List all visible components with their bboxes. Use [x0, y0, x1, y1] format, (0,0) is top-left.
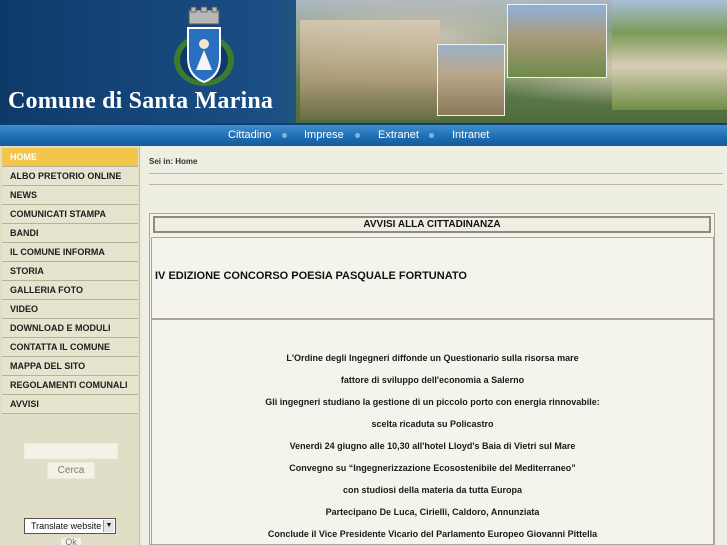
sidebar-item-news[interactable]: NEWS: [2, 186, 138, 205]
search-button[interactable]: Cerca: [47, 462, 95, 479]
section-title: AVVISI ALLA CITTADINANZA: [153, 216, 711, 233]
sidebar-item-il-comune-informa[interactable]: IL COMUNE INFORMA: [2, 243, 138, 262]
divider: [149, 184, 723, 185]
sidebar-item-regolamenti[interactable]: REGOLAMENTI COMUNALI: [2, 376, 138, 395]
nav-separator-dot: [282, 133, 287, 138]
header-village-photo: [612, 0, 727, 110]
site-header: Comune di Santa Marina: [0, 0, 727, 123]
sidebar-item-contatta[interactable]: CONTATTA IL COMUNE: [2, 338, 138, 357]
municipal-crest-icon: [174, 6, 234, 86]
sidebar-item-bandi[interactable]: BANDI: [2, 224, 138, 243]
announcement-line: fattore di sviluppo dell'economia a Sale…: [340, 375, 525, 385]
sidebar-item-download-moduli[interactable]: DOWNLOAD E MODULI: [2, 319, 138, 338]
sidebar-item-video[interactable]: VIDEO: [2, 300, 138, 319]
announcement-line: Convegno su “Ingegnerizzazione Ecososten…: [289, 463, 576, 473]
site-title: Comune di Santa Marina: [8, 88, 274, 114]
divider: [149, 173, 723, 174]
nav-intranet[interactable]: Intranet: [452, 129, 489, 141]
sidebar-item-mappa-sito[interactable]: MAPPA DEL SITO: [2, 357, 138, 376]
search-input[interactable]: [24, 443, 118, 459]
sidebar-item-home[interactable]: HOME: [2, 148, 138, 167]
sidebar-item-albo-pretorio[interactable]: ALBO PRETORIO ONLINE: [2, 167, 138, 186]
sidebar-item-storia[interactable]: STORIA: [2, 262, 138, 281]
news-item-title[interactable]: IV EDIZIONE CONCORSO POESIA PASQUALE FOR…: [155, 270, 467, 282]
translate-website-select[interactable]: Translate website ▼: [24, 518, 116, 534]
announcement-line: Conclude il Vice Presidente Vicario del …: [267, 529, 598, 539]
announcement-line: Partecipano De Luca, Cirielli, Caldoro, …: [325, 507, 540, 517]
nav-separator-dot: [429, 133, 434, 138]
nav-imprese[interactable]: Imprese: [304, 129, 344, 141]
top-navigation: Cittadino Imprese Extranet Intranet: [0, 123, 727, 146]
announcement-line: L'Ordine degli Ingegneri diffonde un Que…: [286, 353, 579, 363]
main-content: Sei in: Home AVVISI ALLA CITTADINANZA IV…: [141, 146, 727, 545]
announcement-line: scelta ricaduta su Policastro: [371, 419, 494, 429]
header-tower-photo: [437, 44, 505, 116]
breadcrumb: Sei in: Home: [149, 157, 198, 166]
nav-extranet[interactable]: Extranet: [378, 129, 419, 141]
chevron-down-icon: ▼: [103, 520, 114, 532]
announcement-line: Venerdì 24 giugno alle 10,30 all'hotel L…: [289, 441, 576, 451]
header-town-photo: [300, 20, 440, 120]
sidebar-item-galleria-foto[interactable]: GALLERIA FOTO: [2, 281, 138, 300]
translate-select-label: Translate website: [31, 521, 102, 531]
sidebar: HOME ALBO PRETORIO ONLINE NEWS COMUNICAT…: [0, 146, 140, 545]
nav-cittadino[interactable]: Cittadino: [228, 129, 271, 141]
sidebar-item-comunicati-stampa[interactable]: COMUNICATI STAMPA: [2, 205, 138, 224]
nav-separator-dot: [355, 133, 360, 138]
sidebar-item-avvisi[interactable]: AVVISI: [2, 395, 138, 414]
announcement-line: Gli ingegneri studiano la gestione di un…: [265, 397, 600, 407]
header-castle-photo: [507, 4, 607, 78]
translate-ok-button[interactable]: Ok: [60, 537, 82, 545]
announcement-line: con studiosi della materia da tutta Euro…: [342, 485, 523, 495]
